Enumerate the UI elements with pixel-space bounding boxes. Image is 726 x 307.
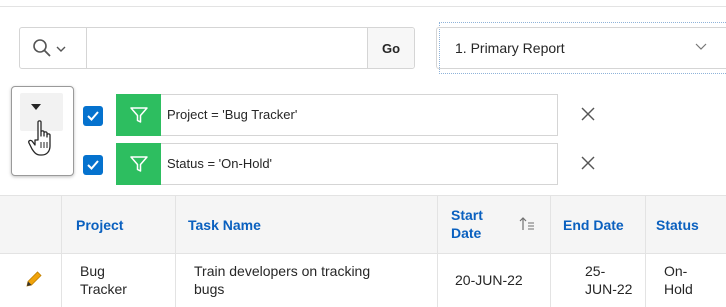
- filter-label[interactable]: Project = 'Bug Tracker': [161, 94, 558, 136]
- filter-label[interactable]: Status = 'On-Hold': [161, 143, 558, 185]
- row-edit-cell: [0, 254, 62, 307]
- column-header-start-date[interactable]: Start Date: [438, 196, 551, 254]
- sort-ascending-icon: [519, 217, 534, 230]
- header-label: End Date: [563, 217, 624, 233]
- cell-project-line2: Tracker: [80, 281, 127, 297]
- search-input[interactable]: [87, 28, 385, 68]
- table-cell: 20-JUN-22: [438, 254, 551, 307]
- column-header-task-name[interactable]: Task Name: [176, 196, 438, 254]
- column-header-status[interactable]: Status: [646, 196, 726, 254]
- header-label: Task Name: [188, 217, 261, 233]
- cell-end-date-line1: 25-: [585, 263, 606, 279]
- top-divider: [0, 6, 726, 7]
- funnel-icon: [129, 107, 148, 123]
- cell-task-line1: Train developers on tracking: [194, 263, 371, 279]
- report-select[interactable]: 1. Primary Report: [436, 27, 726, 69]
- table-cell: On- Hold: [646, 254, 726, 307]
- hand-cursor-icon: [28, 120, 51, 156]
- chevron-down-icon: [695, 43, 707, 50]
- edit-pencil-icon[interactable]: [24, 269, 44, 289]
- filter-enable-checkbox[interactable]: [83, 106, 103, 126]
- header-label: Date: [451, 225, 482, 241]
- filters-toggle-button[interactable]: [11, 86, 74, 176]
- funnel-icon: [129, 156, 148, 172]
- search-icon: [33, 39, 51, 57]
- cell-status-line1: On-: [664, 263, 688, 279]
- cell-end-date-line2: JUN-22: [585, 281, 633, 297]
- cell-start-date: 20-JUN-22: [455, 272, 523, 288]
- report-select-value: 1. Primary Report: [455, 40, 565, 56]
- cell-status-line2: Hold: [664, 281, 693, 297]
- search-bar: Go: [19, 27, 415, 69]
- cell-project-line1: Bug: [80, 263, 105, 279]
- table-cell: 25- JUN-22: [551, 254, 646, 307]
- cell-task-line2: bugs: [194, 281, 225, 297]
- table-cell: Train developers on tracking bugs: [176, 254, 438, 307]
- table-cell: Bug Tracker: [62, 254, 176, 307]
- column-header-end-date[interactable]: End Date: [551, 196, 646, 254]
- caret-down-icon: [31, 104, 41, 110]
- checkmark-icon: [87, 160, 99, 170]
- column-header-project[interactable]: Project: [62, 196, 176, 254]
- filter-type-badge: [116, 143, 161, 185]
- header-label: Project: [76, 217, 124, 233]
- header-label: Status: [656, 217, 699, 233]
- remove-filter-icon[interactable]: [579, 154, 597, 172]
- filter-enable-checkbox[interactable]: [83, 155, 103, 175]
- filter-type-badge: [116, 94, 161, 136]
- search-column-menu[interactable]: [20, 28, 87, 68]
- header-actions-cell: [0, 196, 62, 254]
- go-button[interactable]: Go: [367, 28, 414, 68]
- chevron-down-icon: [56, 46, 66, 52]
- header-label: Start: [451, 207, 483, 223]
- remove-filter-icon[interactable]: [579, 105, 597, 123]
- checkmark-icon: [87, 111, 99, 121]
